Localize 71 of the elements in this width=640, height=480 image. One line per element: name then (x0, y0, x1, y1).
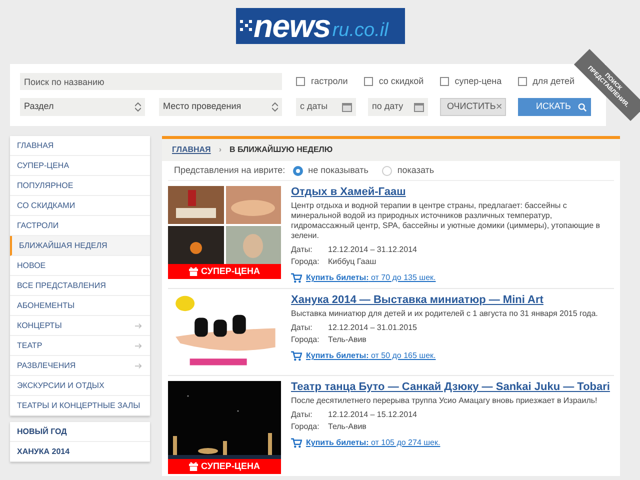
buy-tickets-link[interactable]: Купить билеты: от 105 до 274 шек. (306, 438, 440, 448)
pixel-icon (240, 20, 252, 32)
filter-checkbox[interactable]: супер-цена (440, 74, 502, 88)
arrow-icon (135, 342, 142, 348)
sidebar-item[interactable]: ХАНУКА 2014 (10, 442, 150, 462)
event-city: Тель-Авив (328, 335, 366, 345)
sidebar-item[interactable]: ГЛАВНАЯ (10, 136, 150, 156)
search-field[interactable]: Поиск по названию (20, 73, 282, 90)
city-label: Города: (291, 422, 320, 432)
sidebar-item[interactable]: НОВЫЙ ГОД (10, 422, 150, 442)
event-city: Тель-Авив (328, 422, 366, 432)
breadcrumb-current: В БЛИЖАЙШУЮ НЕДЕЛЮ (229, 144, 333, 156)
date-to-field[interactable]: по дату (368, 98, 428, 116)
event-title[interactable]: Театр танца Буто — Санкай Дзюку — Sankai Juku — Tobari (291, 381, 610, 394)
filter-label: Представления на иврите: (174, 164, 286, 177)
updown-icon (135, 102, 141, 112)
event-description: Выставка миниатюр для детей и их родителей с 1 августа по 31 января 2015 года. (291, 309, 598, 319)
gift-icon (188, 267, 198, 276)
radio-option[interactable]: не показывать (293, 164, 368, 178)
event-dates: 12.12.2014 – 31.01.2015 (328, 323, 417, 333)
event-title[interactable]: Отдых в Хамей-Гааш (291, 186, 614, 199)
breadcrumb-separator: › (218, 144, 222, 156)
logo-text: news (254, 10, 330, 42)
sidebar-item[interactable]: ВСЕ ПРЕДСТАВЛЕНИЯ (10, 276, 150, 296)
clear-button[interactable]: ОЧИСТИТЬ× (440, 98, 506, 116)
section-select[interactable]: Раздел (20, 98, 145, 116)
city-label: Города: (291, 257, 320, 267)
arrow-icon (135, 322, 142, 328)
buy-tickets-link[interactable]: Купить билеты: от 70 до 135 шек. (306, 273, 436, 283)
event-city: Киббуц Гааш (328, 257, 376, 267)
sidebar-item[interactable]: БЛИЖАЙШАЯ НЕДЕЛЯ (10, 236, 150, 256)
calendar-icon (342, 102, 352, 112)
venue-select[interactable]: Место проведения (159, 98, 282, 116)
sidebar-item[interactable]: ПОПУЛЯРНОЕ (10, 176, 150, 196)
event-description: Центр отдыха и водной терапии в центре страны, предлагает: бассейны с минеральной водой из природных источников различных температур, гидромассажный центр, SPA, бассейны и уютные домики (циммеры), утопающие в зелени. (291, 201, 602, 241)
sidebar-item[interactable]: ТЕАТР (10, 336, 150, 356)
logo-domain: ru.co.il (332, 20, 388, 40)
updown-icon (272, 102, 278, 112)
sidebar-item[interactable]: СУПЕР-ЦЕНА (10, 156, 150, 176)
buy-tickets-link[interactable]: Купить билеты: от 50 до 165 шек. (306, 351, 436, 361)
dates-label: Даты: (291, 323, 314, 333)
filter-checkbox[interactable]: для детей (518, 74, 575, 88)
search-icon (578, 102, 587, 112)
breadcrumb-link[interactable]: ГЛАВНАЯ (172, 144, 211, 156)
super-price-badge: СУПЕР-ЦЕНА (168, 264, 281, 279)
cart-icon (291, 351, 302, 361)
sidebar-item[interactable]: СО СКИДКАМИ (10, 196, 150, 216)
gift-icon (188, 462, 198, 471)
date-from-field[interactable]: с даты (296, 98, 356, 116)
city-label: Города: (291, 335, 320, 345)
dates-label: Даты: (291, 410, 314, 420)
cart-icon (291, 273, 302, 283)
event-dates: 12.12.2014 – 15.12.2014 (328, 410, 417, 420)
sidebar-item[interactable]: РАЗВЛЕЧЕНИЯ (10, 356, 150, 376)
site-logo[interactable]: newsru.co.il (236, 8, 404, 44)
sidebar-item[interactable]: ЭКСКУРСИИ И ОТДЫХ (10, 376, 150, 396)
filter-checkbox[interactable]: гастроли (296, 74, 348, 88)
dates-label: Даты: (291, 245, 314, 255)
event-dates: 12.12.2014 – 31.12.2014 (328, 245, 417, 255)
sidebar-item[interactable]: НОВОЕ (10, 256, 150, 276)
event-description: После десятилетнего перерыва труппа Усио Амацагу вновь приезжает в Израиль! (291, 396, 598, 406)
arrow-icon (135, 362, 142, 368)
calendar-icon (414, 102, 424, 112)
sidebar-item[interactable]: КОНЦЕРТЫ (10, 316, 150, 336)
sidebar-item[interactable]: ТЕАТРЫ И КОНЦЕРТНЫЕ ЗАЛЫ (10, 396, 150, 416)
cart-icon (291, 438, 302, 448)
super-price-badge: СУПЕР-ЦЕНА (168, 459, 281, 474)
radio-option[interactable]: показать (382, 164, 434, 178)
filter-checkbox[interactable]: со скидкой (364, 74, 424, 88)
sidebar-item[interactable]: АБОНЕМЕНТЫ (10, 296, 150, 316)
event-title[interactable]: Ханука 2014 — Выставка миниатюр — Mini Art (291, 294, 598, 307)
